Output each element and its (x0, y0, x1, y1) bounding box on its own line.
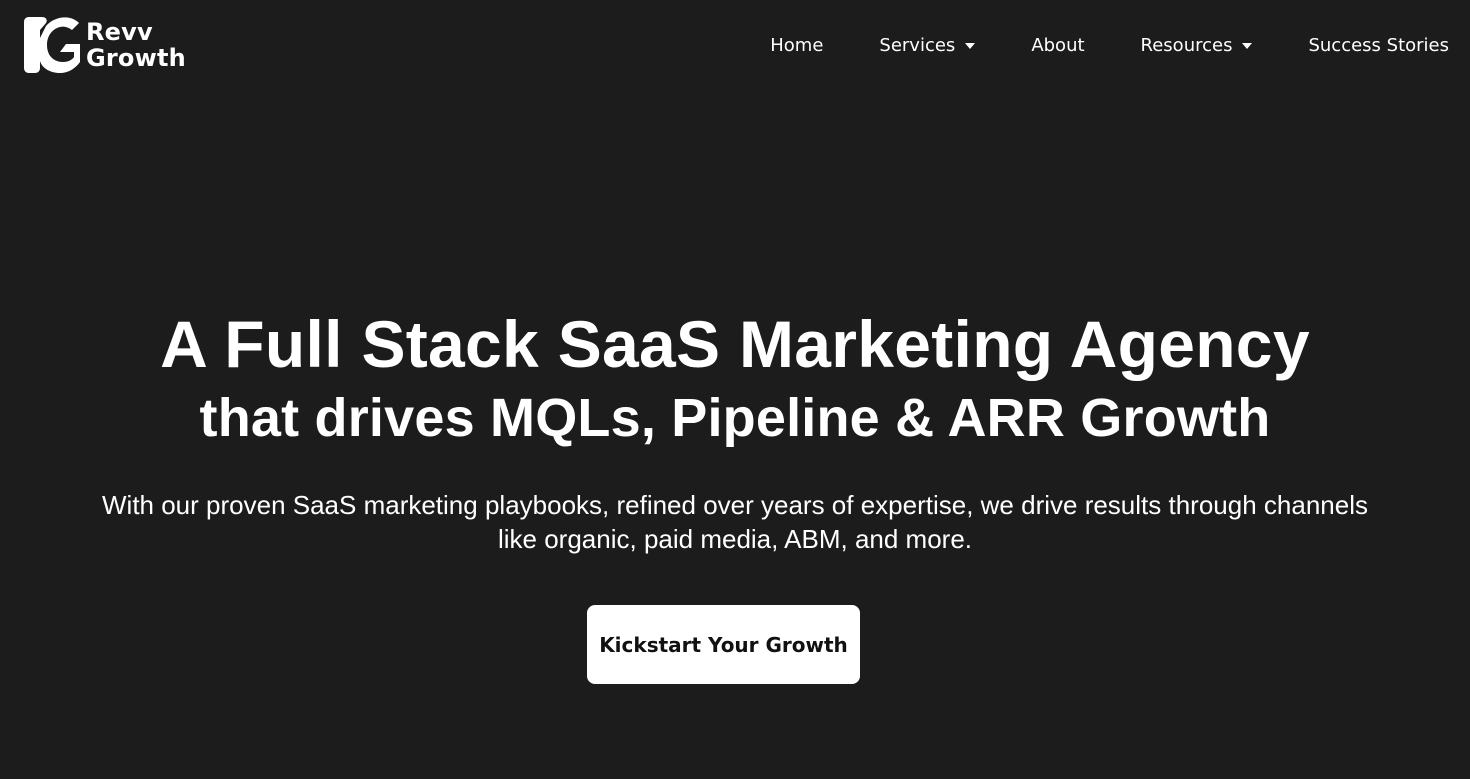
nav-item-services[interactable]: Services (879, 34, 976, 56)
brand-name-line1: Revv (86, 18, 153, 46)
nav-item-label: Home (770, 34, 824, 56)
nav-item-about[interactable]: About (1031, 35, 1084, 56)
nav-item-label: Services (879, 34, 956, 56)
nav-item-label: Resources (1140, 34, 1233, 56)
nav-item-label: About (1031, 34, 1085, 56)
hero-description: With our proven SaaS marketing playbooks… (102, 490, 1368, 554)
nav-item-resources[interactable]: Resources (1141, 35, 1253, 56)
page: Revv Growth Home Services About Resource… (0, 0, 1470, 779)
caret-down-icon (965, 43, 976, 49)
hero-section: A Full Stack SaaS Marketing Agency that … (0, 300, 1470, 556)
kickstart-growth-button[interactable]: Kickstart Your Growth (587, 605, 860, 684)
hero-subtitle: that drives MQLs, Pipeline & ARR Growth (199, 388, 1271, 448)
nav-item-label: Success Stories (1308, 34, 1449, 56)
brand-logo[interactable]: Revv Growth (20, 16, 186, 74)
brand-name: Revv Growth (86, 19, 186, 71)
nav-item-home[interactable]: Home (770, 35, 823, 56)
caret-down-icon (1242, 43, 1253, 49)
nav-item-success-stories[interactable]: Success Stories (1308, 35, 1449, 56)
brand-name-line2: Growth (86, 44, 186, 72)
main-nav: Home Services About Resources Success St… (770, 32, 1449, 58)
hero-title: A Full Stack SaaS Marketing Agency (160, 307, 1310, 381)
revv-growth-logo-mark-icon (24, 17, 80, 73)
